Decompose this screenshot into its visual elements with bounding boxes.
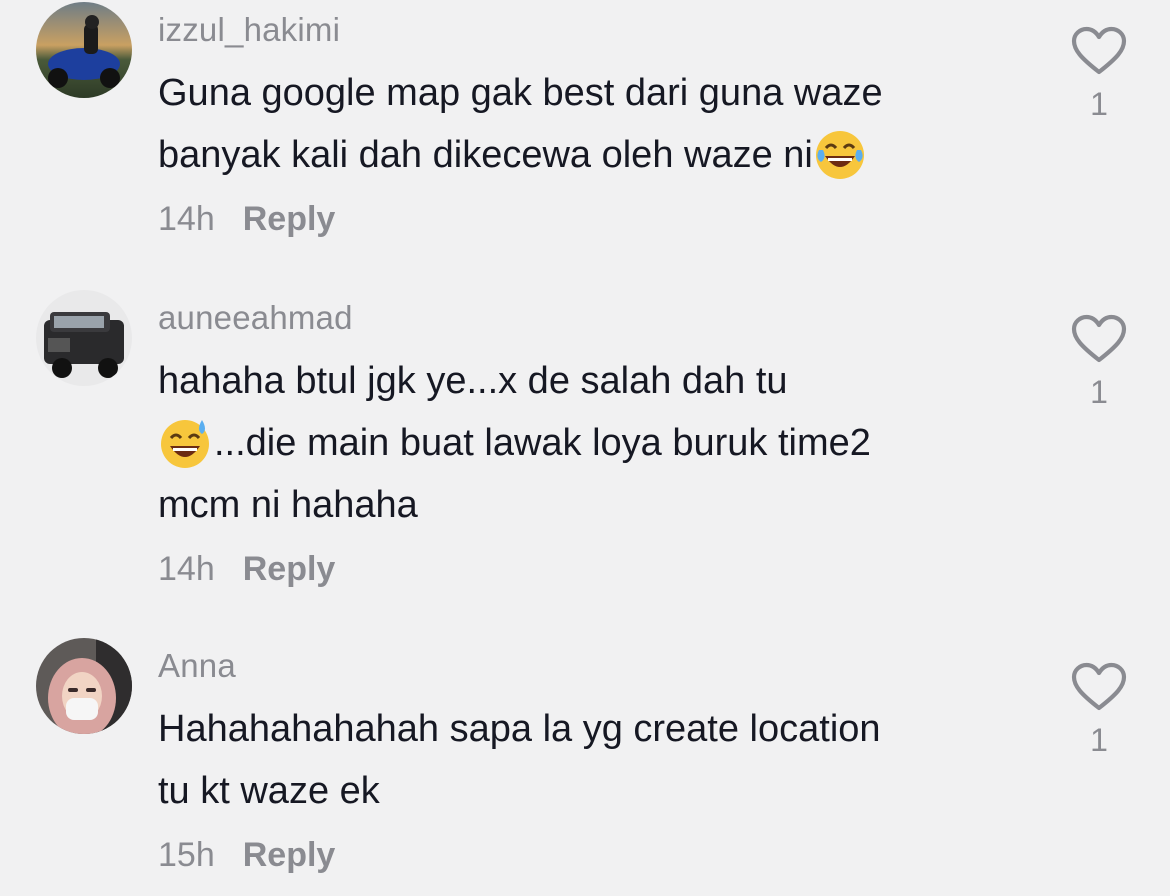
avatar[interactable] xyxy=(36,290,132,386)
comment-text: Hahahahahahah sapa la yg create location xyxy=(158,708,881,750)
reply-button[interactable]: Reply xyxy=(243,550,336,589)
comment-meta: 14h Reply xyxy=(158,196,1018,242)
like-control: 1 xyxy=(1070,314,1128,411)
tears-of-joy-emoji xyxy=(813,128,867,182)
comment-text: mcm ni hahaha xyxy=(158,484,418,526)
comment-text-line: mcm ni hahaha xyxy=(158,474,1018,536)
like-count: 1 xyxy=(1090,374,1108,410)
grinning-sweat-emoji xyxy=(158,416,212,470)
comment-text-line: hahaha btul jgk ye...x de salah dah tu xyxy=(158,350,1018,412)
comment-text: hahaha btul jgk ye...x de salah dah tu xyxy=(158,360,788,402)
avatar[interactable] xyxy=(36,638,132,734)
username[interactable]: izzul_hakimi xyxy=(158,10,1018,50)
timestamp: 14h xyxy=(158,549,215,588)
username[interactable]: Anna xyxy=(158,646,1018,686)
reply-button[interactable]: Reply xyxy=(243,200,336,239)
comment-text-line: tu kt waze ek xyxy=(158,760,1018,822)
comment-text-line: ...die main buat lawak loya buruk time2 xyxy=(158,412,1018,474)
timestamp: 14h xyxy=(158,199,215,238)
heart-icon[interactable] xyxy=(1071,26,1127,76)
comment-text-line: Hahahahahahah sapa la yg create location xyxy=(158,698,1018,760)
like-control: 1 xyxy=(1070,26,1128,123)
avatar[interactable] xyxy=(36,2,132,98)
heart-icon[interactable] xyxy=(1071,662,1127,712)
comment-meta: 15h Reply xyxy=(158,832,1018,878)
comment-text-line: Guna google map gak best dari guna waze xyxy=(158,62,1018,124)
reply-button[interactable]: Reply xyxy=(243,836,336,875)
comment-meta: 14h Reply xyxy=(158,546,1018,592)
heart-icon[interactable] xyxy=(1071,314,1127,364)
comment-text-line: banyak kali dah dikecewa oleh waze ni xyxy=(158,124,1018,186)
timestamp: 15h xyxy=(158,835,215,874)
like-control: 1 xyxy=(1070,662,1128,759)
comment-text: tu kt waze ek xyxy=(158,770,380,812)
like-count: 1 xyxy=(1090,722,1108,758)
comment-text: ...die main buat lawak loya buruk time2 xyxy=(214,422,871,464)
comment-text: banyak kali dah dikecewa oleh waze ni xyxy=(158,134,813,176)
username[interactable]: auneeahmad xyxy=(158,298,1018,338)
comment-text: Guna google map gak best dari guna waze xyxy=(158,72,883,114)
like-count: 1 xyxy=(1090,86,1108,122)
